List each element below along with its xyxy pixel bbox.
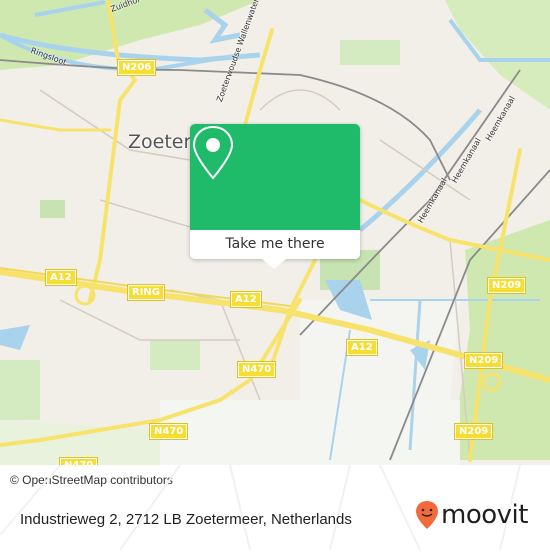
park — [0, 360, 40, 420]
polder-north-right — [445, 0, 550, 110]
popup-tail — [262, 259, 286, 269]
road-shield-a12: A12 — [230, 291, 262, 308]
park — [340, 40, 400, 65]
moovit-logo[interactable]: moovit — [415, 500, 528, 530]
road-shield-n470: N470 — [58, 457, 99, 465]
road-shield-n209: N209 — [486, 277, 527, 294]
destination-popup[interactable]: Take me there — [190, 124, 360, 269]
road-shield-n206: N206 — [116, 59, 157, 76]
road-shield-a12: A12 — [346, 339, 378, 356]
farmland-south — [160, 400, 460, 465]
road-shield-ring: RING — [127, 284, 165, 301]
location-pin-icon — [192, 125, 234, 180]
address-text: Industrieweg 2, 2712 LB Zoetermeer, Neth… — [20, 511, 352, 528]
water-sw — [0, 325, 30, 350]
road-shield-n209: N209 — [463, 352, 504, 369]
popup-header — [190, 124, 360, 230]
map-canvas[interactable]: N206 A12 RING A12 A12 N209 N209 N209 N47… — [0, 0, 550, 465]
brand-name: moovit — [441, 500, 528, 530]
park — [150, 340, 200, 370]
park — [40, 200, 65, 218]
moovit-pin-icon — [416, 501, 438, 529]
road-shield-n470: N470 — [148, 423, 189, 440]
road-shield-n209: N209 — [453, 423, 494, 440]
road-shield-n470: N470 — [236, 361, 277, 378]
road-shield-a12: A12 — [45, 269, 77, 286]
take-me-there-button[interactable]: Take me there — [190, 230, 360, 259]
